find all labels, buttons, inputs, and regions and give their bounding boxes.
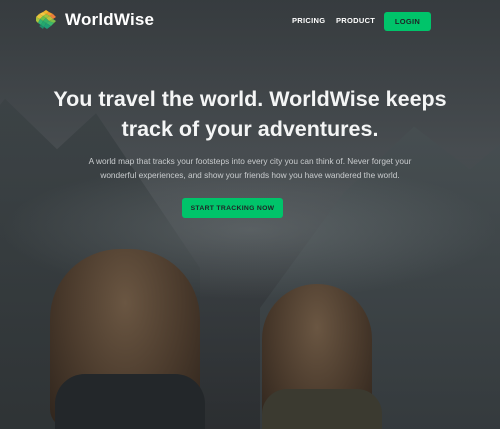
top-navigation: WorldWise PRICING PRODUCT LOGIN: [0, 0, 500, 44]
hero-description: A world map that tracks your footsteps i…: [40, 155, 460, 182]
hero-title-line-1: You travel the world. WorldWise keeps: [53, 87, 447, 111]
start-tracking-button[interactable]: START TRACKING NOW: [182, 198, 283, 218]
hero-title-line-2: track of your adventures.: [121, 117, 379, 141]
hero-description-line-2: wonderful experiences, and show your fri…: [100, 169, 400, 180]
hero-title: You travel the world. WorldWise keeps tr…: [0, 84, 500, 144]
nav-link-pricing[interactable]: PRICING: [292, 16, 325, 25]
globe-grid-icon: [36, 10, 56, 29]
person-left-shirt: [55, 374, 205, 429]
brand-name: WorldWise: [65, 10, 155, 29]
brand-logo-link[interactable]: WorldWise: [35, 9, 154, 31]
person-right-shirt: [262, 389, 382, 429]
login-button[interactable]: LOGIN: [384, 12, 431, 31]
nav-link-product[interactable]: PRODUCT: [336, 16, 375, 25]
hero-description-line-1: A world map that tracks your footsteps i…: [88, 156, 412, 166]
